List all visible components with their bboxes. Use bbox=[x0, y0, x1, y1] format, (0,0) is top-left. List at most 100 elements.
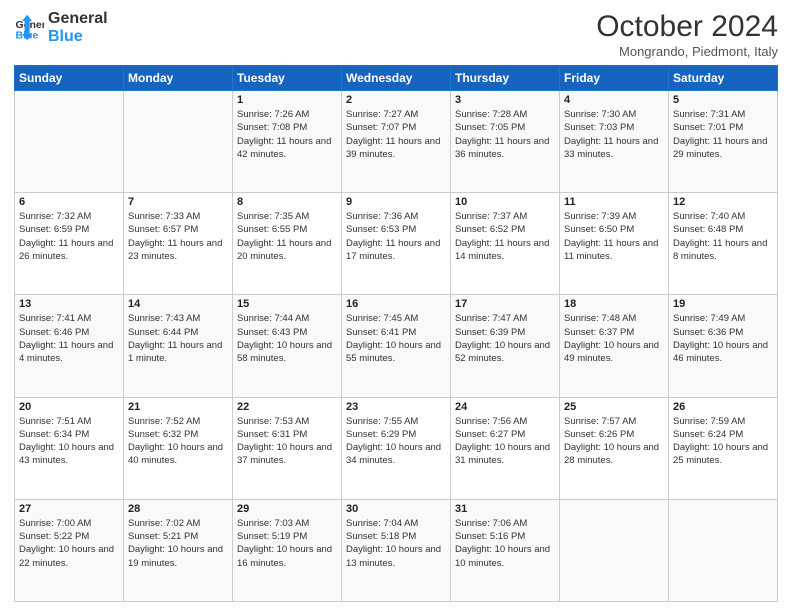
cell-day-number: 17 bbox=[455, 298, 555, 310]
calendar-week-3: 13 Sunrise: 7:41 AMSunset: 6:46 PMDayligh… bbox=[15, 295, 778, 397]
cell-day-number: 29 bbox=[237, 503, 337, 515]
weekday-header-friday: Friday bbox=[560, 66, 669, 91]
header: General Blue General Blue October 2024 M… bbox=[14, 10, 778, 59]
calendar-table: SundayMondayTuesdayWednesdayThursdayFrid… bbox=[14, 65, 778, 602]
calendar-cell: 30Sunrise: 7:04 AMSunset: 5:18 PMDayligh… bbox=[342, 499, 451, 601]
calendar-week-5: 27Sunrise: 7:00 AMSunset: 5:22 PMDayligh… bbox=[15, 499, 778, 601]
calendar-week-4: 20 Sunrise: 7:51 AMSunset: 6:34 PMDayligh… bbox=[15, 397, 778, 499]
weekday-header-sunday: Sunday bbox=[15, 66, 124, 91]
cell-info: Sunrise: 7:41 AMSunset: 6:46 PMDaylight:… bbox=[19, 312, 119, 365]
cell-info: Sunrise: 7:55 AMSunset: 6:29 PMDaylight:… bbox=[346, 415, 446, 468]
calendar-cell bbox=[15, 91, 124, 193]
cell-info: Sunrise: 7:32 AMSunset: 6:59 PMDaylight:… bbox=[19, 210, 119, 263]
cell-day-number: 28 bbox=[128, 503, 228, 515]
cell-day-number: 9 bbox=[346, 196, 446, 208]
calendar-cell: 21Sunrise: 7:52 AMSunset: 6:32 PMDayligh… bbox=[124, 397, 233, 499]
cell-info: Sunrise: 7:57 AMSunset: 6:26 PMDaylight:… bbox=[564, 415, 664, 468]
calendar-cell: 1 Sunrise: 7:26 AMSunset: 7:08 PMDaylight… bbox=[233, 91, 342, 193]
cell-info: Sunrise: 7:45 AMSunset: 6:41 PMDaylight:… bbox=[346, 312, 446, 365]
weekday-header-tuesday: Tuesday bbox=[233, 66, 342, 91]
weekday-header-wednesday: Wednesday bbox=[342, 66, 451, 91]
calendar-cell: 17 Sunrise: 7:47 AMSunset: 6:39 PMDayligh… bbox=[451, 295, 560, 397]
calendar-header-row: SundayMondayTuesdayWednesdayThursdayFrid… bbox=[15, 66, 778, 91]
calendar-week-2: 6 Sunrise: 7:32 AMSunset: 6:59 PMDaylight… bbox=[15, 193, 778, 295]
cell-day-number: 2 bbox=[346, 94, 446, 106]
cell-day-number: 16 bbox=[346, 298, 446, 310]
calendar-cell: 6 Sunrise: 7:32 AMSunset: 6:59 PMDaylight… bbox=[15, 193, 124, 295]
cell-info: Sunrise: 7:02 AMSunset: 5:21 PMDaylight:… bbox=[128, 517, 228, 570]
calendar-cell: 13 Sunrise: 7:41 AMSunset: 6:46 PMDayligh… bbox=[15, 295, 124, 397]
cell-day-number: 3 bbox=[455, 94, 555, 106]
calendar-cell: 22Sunrise: 7:53 AMSunset: 6:31 PMDayligh… bbox=[233, 397, 342, 499]
cell-info: Sunrise: 7:39 AMSunset: 6:50 PMDaylight:… bbox=[564, 210, 664, 263]
cell-info: Sunrise: 7:47 AMSunset: 6:39 PMDaylight:… bbox=[455, 312, 555, 365]
cell-day-number: 12 bbox=[673, 196, 773, 208]
calendar-cell: 20 Sunrise: 7:51 AMSunset: 6:34 PMDayligh… bbox=[15, 397, 124, 499]
logo: General Blue General Blue bbox=[14, 10, 108, 45]
cell-info: Sunrise: 7:59 AMSunset: 6:24 PMDaylight:… bbox=[673, 415, 773, 468]
calendar-cell: 16 Sunrise: 7:45 AMSunset: 6:41 PMDayligh… bbox=[342, 295, 451, 397]
cell-info: Sunrise: 7:28 AMSunset: 7:05 PMDaylight:… bbox=[455, 108, 555, 161]
cell-day-number: 19 bbox=[673, 298, 773, 310]
calendar-cell bbox=[124, 91, 233, 193]
cell-day-number: 10 bbox=[455, 196, 555, 208]
cell-day-number: 6 bbox=[19, 196, 119, 208]
cell-day-number: 24 bbox=[455, 401, 555, 413]
cell-info: Sunrise: 7:35 AMSunset: 6:55 PMDaylight:… bbox=[237, 210, 337, 263]
calendar-cell: 7 Sunrise: 7:33 AMSunset: 6:57 PMDaylight… bbox=[124, 193, 233, 295]
weekday-header-thursday: Thursday bbox=[451, 66, 560, 91]
cell-day-number: 11 bbox=[564, 196, 664, 208]
logo-text-general: General bbox=[48, 10, 108, 28]
cell-day-number: 25 bbox=[564, 401, 664, 413]
calendar-cell: 15Sunrise: 7:44 AMSunset: 6:43 PMDayligh… bbox=[233, 295, 342, 397]
calendar-cell: 25 Sunrise: 7:57 AMSunset: 6:26 PMDayligh… bbox=[560, 397, 669, 499]
cell-day-number: 26 bbox=[673, 401, 773, 413]
calendar-cell: 29 Sunrise: 7:03 AMSunset: 5:19 PMDayligh… bbox=[233, 499, 342, 601]
calendar-body: 1 Sunrise: 7:26 AMSunset: 7:08 PMDaylight… bbox=[15, 91, 778, 602]
calendar-page: General Blue General Blue October 2024 M… bbox=[0, 0, 792, 612]
calendar-cell: 19Sunrise: 7:49 AMSunset: 6:36 PMDayligh… bbox=[669, 295, 778, 397]
calendar-cell: 3 Sunrise: 7:28 AMSunset: 7:05 PMDaylight… bbox=[451, 91, 560, 193]
calendar-cell: 2 Sunrise: 7:27 AMSunset: 7:07 PMDaylight… bbox=[342, 91, 451, 193]
cell-day-number: 7 bbox=[128, 196, 228, 208]
cell-day-number: 20 bbox=[19, 401, 119, 413]
calendar-cell: 26 Sunrise: 7:59 AMSunset: 6:24 PMDayligh… bbox=[669, 397, 778, 499]
calendar-cell bbox=[560, 499, 669, 601]
cell-info: Sunrise: 7:53 AMSunset: 6:31 PMDaylight:… bbox=[237, 415, 337, 468]
cell-info: Sunrise: 7:26 AMSunset: 7:08 PMDaylight:… bbox=[237, 108, 337, 161]
cell-day-number: 5 bbox=[673, 94, 773, 106]
location-subtitle: Mongrando, Piedmont, Italy bbox=[596, 44, 778, 59]
calendar-cell: 5 Sunrise: 7:31 AMSunset: 7:01 PMDaylight… bbox=[669, 91, 778, 193]
cell-info: Sunrise: 7:00 AMSunset: 5:22 PMDaylight:… bbox=[19, 517, 119, 570]
cell-info: Sunrise: 7:27 AMSunset: 7:07 PMDaylight:… bbox=[346, 108, 446, 161]
cell-info: Sunrise: 7:30 AMSunset: 7:03 PMDaylight:… bbox=[564, 108, 664, 161]
cell-day-number: 1 bbox=[237, 94, 337, 106]
weekday-header-monday: Monday bbox=[124, 66, 233, 91]
calendar-cell: 11 Sunrise: 7:39 AMSunset: 6:50 PMDayligh… bbox=[560, 193, 669, 295]
title-block: October 2024 Mongrando, Piedmont, Italy bbox=[596, 10, 778, 59]
cell-day-number: 15 bbox=[237, 298, 337, 310]
cell-info: Sunrise: 7:06 AMSunset: 5:16 PMDaylight:… bbox=[455, 517, 555, 570]
cell-info: Sunrise: 7:31 AMSunset: 7:01 PMDaylight:… bbox=[673, 108, 773, 161]
cell-day-number: 13 bbox=[19, 298, 119, 310]
cell-info: Sunrise: 7:03 AMSunset: 5:19 PMDaylight:… bbox=[237, 517, 337, 570]
calendar-cell bbox=[669, 499, 778, 601]
cell-day-number: 31 bbox=[455, 503, 555, 515]
cell-day-number: 23 bbox=[346, 401, 446, 413]
cell-info: Sunrise: 7:43 AMSunset: 6:44 PMDaylight:… bbox=[128, 312, 228, 365]
calendar-week-1: 1 Sunrise: 7:26 AMSunset: 7:08 PMDaylight… bbox=[15, 91, 778, 193]
calendar-cell: 28 Sunrise: 7:02 AMSunset: 5:21 PMDayligh… bbox=[124, 499, 233, 601]
cell-day-number: 21 bbox=[128, 401, 228, 413]
logo-text-blue: Blue bbox=[48, 28, 108, 46]
calendar-cell: 31 Sunrise: 7:06 AMSunset: 5:16 PMDayligh… bbox=[451, 499, 560, 601]
cell-info: Sunrise: 7:33 AMSunset: 6:57 PMDaylight:… bbox=[128, 210, 228, 263]
cell-info: Sunrise: 7:37 AMSunset: 6:52 PMDaylight:… bbox=[455, 210, 555, 263]
calendar-cell: 23 Sunrise: 7:55 AMSunset: 6:29 PMDayligh… bbox=[342, 397, 451, 499]
month-title: October 2024 bbox=[596, 10, 778, 44]
cell-info: Sunrise: 7:51 AMSunset: 6:34 PMDaylight:… bbox=[19, 415, 119, 468]
calendar-cell: 24 Sunrise: 7:56 AMSunset: 6:27 PMDayligh… bbox=[451, 397, 560, 499]
cell-day-number: 14 bbox=[128, 298, 228, 310]
cell-info: Sunrise: 7:48 AMSunset: 6:37 PMDaylight:… bbox=[564, 312, 664, 365]
calendar-cell: 27Sunrise: 7:00 AMSunset: 5:22 PMDayligh… bbox=[15, 499, 124, 601]
cell-info: Sunrise: 7:56 AMSunset: 6:27 PMDaylight:… bbox=[455, 415, 555, 468]
